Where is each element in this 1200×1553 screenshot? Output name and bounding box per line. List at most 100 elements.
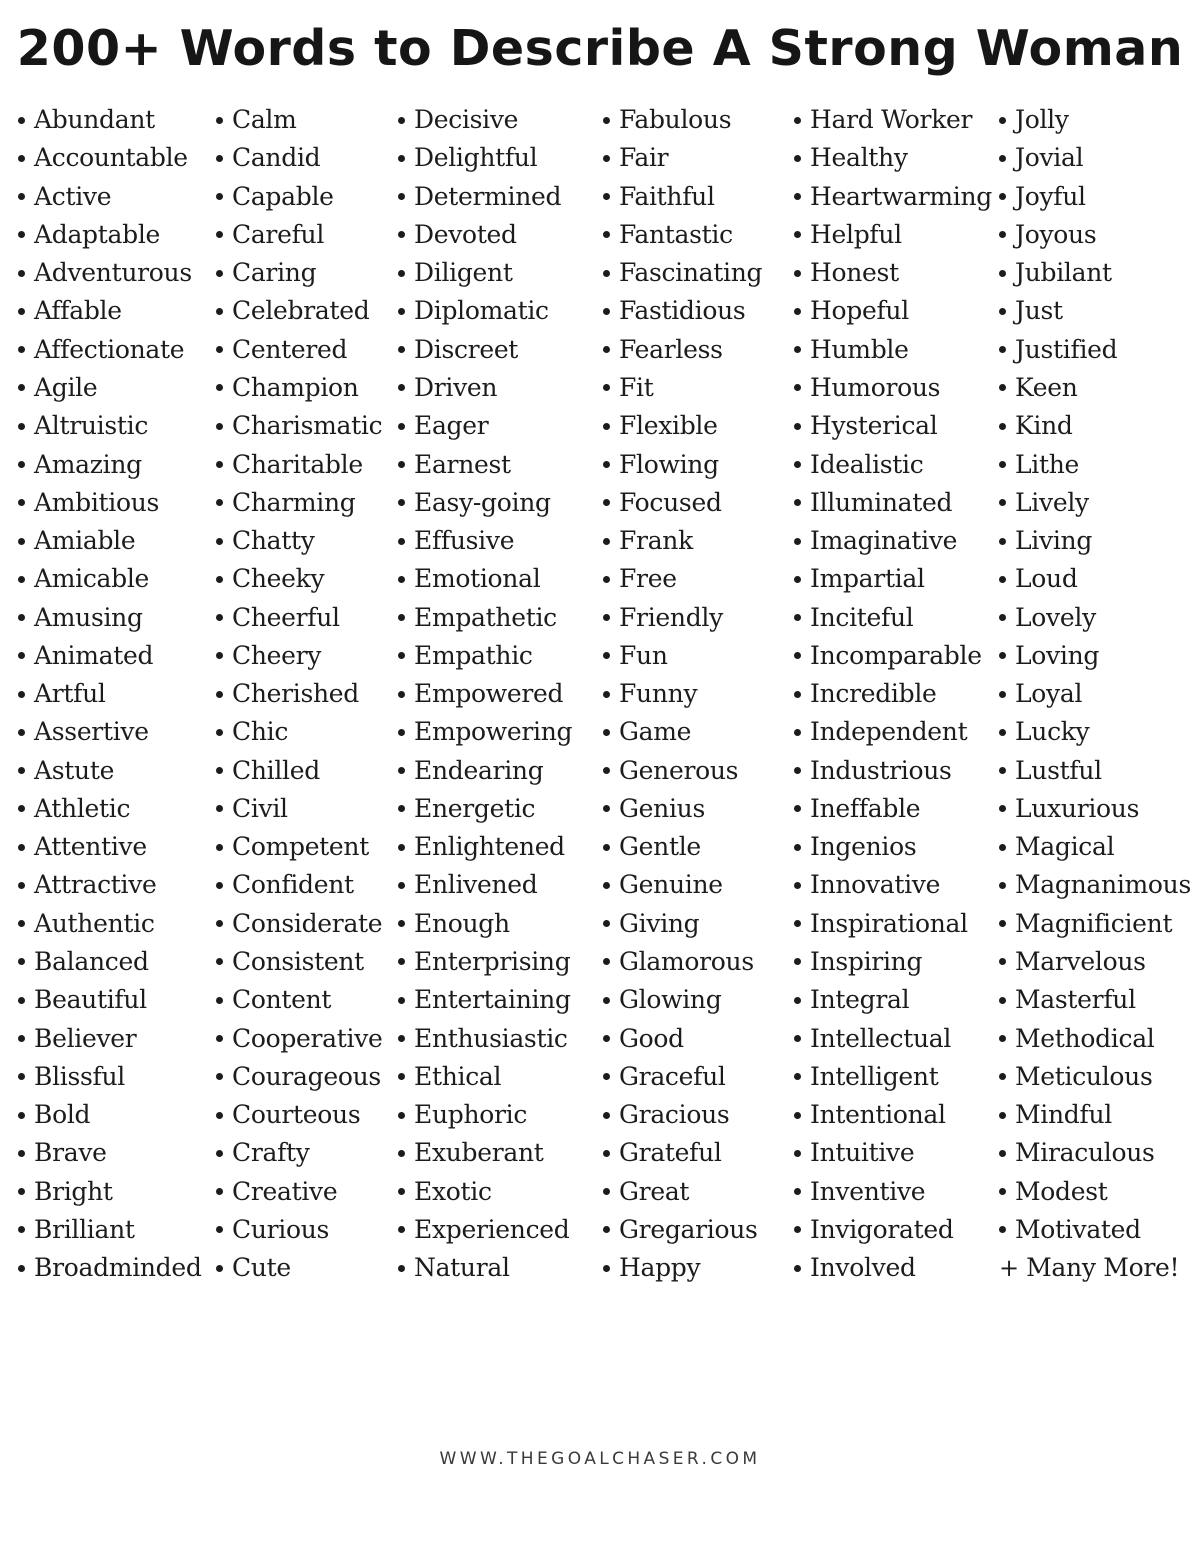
bullet-icon bbox=[216, 1264, 223, 1272]
bullet-icon bbox=[999, 307, 1006, 315]
bullet-icon bbox=[18, 996, 25, 1004]
bullet-icon bbox=[603, 843, 610, 851]
list-item: Miraculous bbox=[999, 1134, 1191, 1172]
word-label: Frank bbox=[619, 526, 693, 556]
list-item: Fit bbox=[603, 369, 762, 407]
bullet-icon bbox=[794, 1264, 801, 1272]
bullet-icon bbox=[398, 422, 405, 430]
bullet-icon bbox=[216, 422, 223, 430]
many-more-label: Many More! bbox=[1026, 1253, 1180, 1283]
list-item: Enterprising bbox=[398, 943, 572, 981]
list-item: Genius bbox=[603, 790, 762, 828]
list-item: Inspirational bbox=[794, 905, 992, 943]
list-item: Cherished bbox=[216, 675, 383, 713]
bullet-icon bbox=[216, 652, 223, 660]
word-label: Brave bbox=[34, 1138, 107, 1168]
word-label: Animated bbox=[34, 640, 154, 670]
word-label: Magnificient bbox=[1015, 908, 1173, 938]
bullet-icon bbox=[999, 154, 1006, 162]
list-item: Genuine bbox=[603, 866, 762, 904]
bullet-icon bbox=[794, 116, 801, 124]
list-item: Champion bbox=[216, 369, 383, 407]
bullet-icon bbox=[216, 461, 223, 469]
word-label: Honest bbox=[810, 258, 899, 288]
word-label: Cherished bbox=[232, 679, 359, 709]
word-columns: Abundant Accountable Active Adaptable Advent… bbox=[0, 101, 1200, 1301]
list-item: Charitable bbox=[216, 445, 383, 483]
list-item: Fabulous bbox=[603, 101, 762, 139]
list-item: Emotional bbox=[398, 560, 572, 598]
word-label: Cute bbox=[232, 1253, 291, 1283]
list-item: Chatty bbox=[216, 522, 383, 560]
bullet-icon bbox=[398, 614, 405, 622]
bullet-icon bbox=[999, 269, 1006, 277]
list-item: Methodical bbox=[999, 1019, 1191, 1057]
bullet-icon bbox=[999, 1188, 1006, 1196]
list-item: Earnest bbox=[398, 445, 572, 483]
bullet-icon bbox=[216, 269, 223, 277]
bullet-icon bbox=[216, 384, 223, 392]
word-label: Charitable bbox=[232, 449, 363, 479]
word-label: Careful bbox=[232, 219, 325, 249]
word-label: Amicable bbox=[34, 564, 150, 594]
word-label: Attentive bbox=[34, 832, 147, 862]
bullet-icon bbox=[216, 307, 223, 315]
word-label: Grateful bbox=[619, 1138, 722, 1168]
list-item: Humble bbox=[794, 331, 992, 369]
list-item: Healthy bbox=[794, 139, 992, 177]
list-item: Calm bbox=[216, 101, 383, 139]
bullet-icon bbox=[398, 805, 405, 813]
list-item: Game bbox=[603, 713, 762, 751]
bullet-icon bbox=[18, 881, 25, 889]
bullet-icon bbox=[216, 996, 223, 1004]
word-label: Game bbox=[619, 717, 692, 747]
bullet-icon bbox=[398, 193, 405, 201]
bullet-icon bbox=[794, 1149, 801, 1157]
list-item: Celebrated bbox=[216, 292, 383, 330]
word-label: Euphoric bbox=[414, 1100, 528, 1130]
word-label: Amusing bbox=[34, 602, 143, 632]
word-label: Just bbox=[1015, 296, 1063, 326]
word-label: Celebrated bbox=[232, 296, 370, 326]
bullet-icon bbox=[794, 996, 801, 1004]
list-item: Giving bbox=[603, 905, 762, 943]
bullet-icon bbox=[18, 920, 25, 928]
word-label: Modest bbox=[1015, 1176, 1108, 1206]
word-label: Genius bbox=[619, 793, 705, 823]
word-label: Fastidious bbox=[619, 296, 746, 326]
bullet-icon bbox=[398, 269, 405, 277]
bullet-icon bbox=[999, 499, 1006, 507]
word-label: Bold bbox=[34, 1100, 91, 1130]
bullet-icon bbox=[18, 193, 25, 201]
list-item: Delightful bbox=[398, 139, 572, 177]
word-label: Heartwarming bbox=[810, 181, 992, 211]
list-item: Heartwarming bbox=[794, 178, 992, 216]
word-label: Enterprising bbox=[414, 946, 571, 976]
word-label: Lucky bbox=[1015, 717, 1090, 747]
word-label: Competent bbox=[232, 832, 369, 862]
list-item: Bright bbox=[18, 1172, 202, 1210]
word-label: Cheeky bbox=[232, 564, 325, 594]
word-label: Natural bbox=[414, 1253, 510, 1283]
list-item: Cheeky bbox=[216, 560, 383, 598]
word-label: Courageous bbox=[232, 1061, 381, 1091]
list-item: Frank bbox=[603, 522, 762, 560]
bullet-icon bbox=[603, 307, 610, 315]
bullet-icon bbox=[794, 1188, 801, 1196]
word-label: Mindful bbox=[1015, 1100, 1112, 1130]
word-label: Loyal bbox=[1015, 679, 1083, 709]
bullet-icon bbox=[18, 1188, 25, 1196]
bullet-icon bbox=[398, 690, 405, 698]
bullet-icon bbox=[216, 614, 223, 622]
word-label: Enlivened bbox=[414, 870, 538, 900]
bullet-icon bbox=[216, 231, 223, 239]
list-item: Generous bbox=[603, 752, 762, 790]
word-label: Joyful bbox=[1015, 181, 1086, 211]
list-item: Gracious bbox=[603, 1096, 762, 1134]
word-label: Altruistic bbox=[34, 411, 149, 441]
list-item: Luxurious bbox=[999, 790, 1191, 828]
list-item: Brilliant bbox=[18, 1211, 202, 1249]
list-item: Cheerful bbox=[216, 598, 383, 636]
bullet-icon bbox=[18, 116, 25, 124]
list-item: Cute bbox=[216, 1249, 383, 1287]
